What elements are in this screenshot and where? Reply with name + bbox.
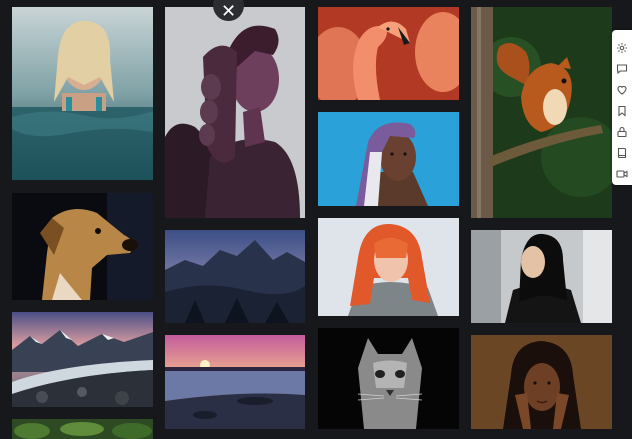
- bookmark-icon: [618, 105, 626, 117]
- comment-icon: [616, 63, 628, 74]
- mountain-dusk-photo[interactable]: [165, 230, 305, 323]
- gear-icon: [617, 42, 627, 53]
- video-button[interactable]: [614, 165, 630, 182]
- lock-icon: [617, 126, 627, 137]
- woman-headscarf-photo[interactable]: [318, 112, 459, 206]
- sunset-beach-photo[interactable]: [165, 335, 305, 429]
- side-toolbar: [612, 30, 632, 185]
- video-icon: [616, 169, 628, 178]
- red-hair-woman-photo[interactable]: [318, 218, 459, 316]
- woman-hands-face-photo[interactable]: [471, 335, 612, 429]
- close-icon: ✕: [220, 0, 237, 21]
- heart-icon: [617, 85, 627, 95]
- bookmark-button[interactable]: [614, 102, 630, 119]
- settings-button[interactable]: [614, 39, 630, 56]
- lock-button[interactable]: [614, 123, 630, 140]
- flamingo-photo[interactable]: [318, 7, 459, 100]
- woman-black-hair-photo[interactable]: [471, 230, 612, 323]
- book-icon: [617, 147, 627, 158]
- squirrel-on-branch-photo[interactable]: [471, 7, 612, 218]
- woman-in-water-photo[interactable]: [12, 7, 153, 180]
- book-button[interactable]: [614, 144, 630, 161]
- like-button[interactable]: [614, 81, 630, 98]
- comment-button[interactable]: [614, 60, 630, 77]
- green-foliage-photo[interactable]: [12, 419, 153, 439]
- cat-portrait-photo[interactable]: [318, 328, 459, 429]
- mountain-glacier-photo[interactable]: [12, 312, 153, 407]
- dog-portrait-photo[interactable]: [12, 193, 153, 300]
- woman-profile-braid-photo[interactable]: [165, 7, 305, 218]
